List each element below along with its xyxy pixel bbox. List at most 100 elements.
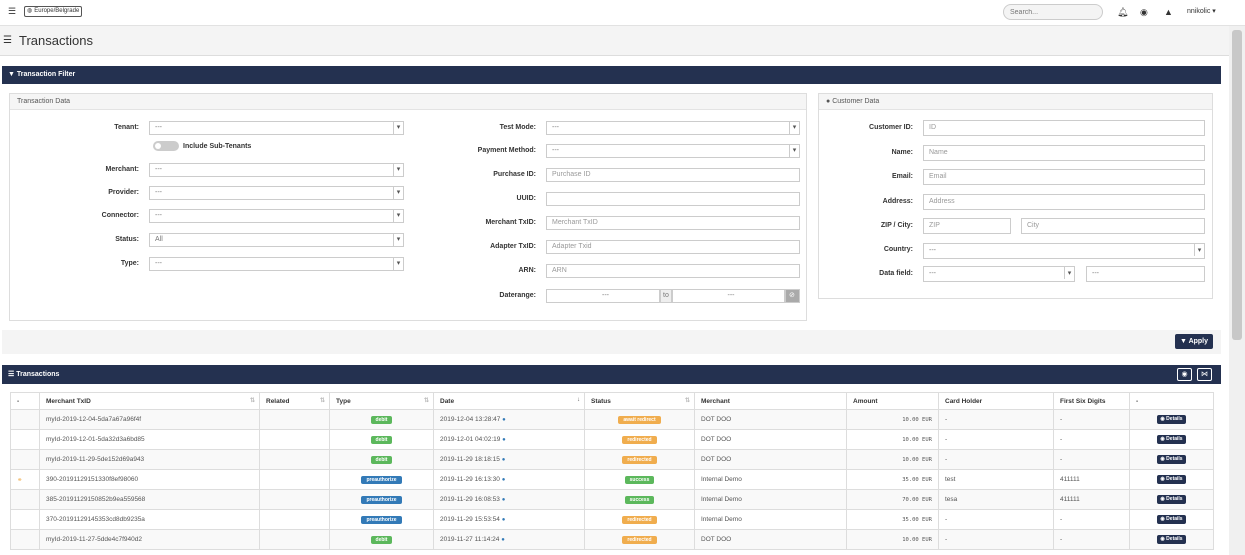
col-header-date[interactable]: Date ↓ [433,392,585,410]
table-row[interactable]: myId-2019-12-04-5da7a67a96f4f debit 2019-1… [10,409,1214,430]
col-header-related[interactable]: Related ⇅ [259,392,330,410]
date-from-input[interactable]: --- [546,289,660,303]
address-input[interactable]: Address [923,194,1205,210]
col-header-status[interactable]: Status ⇅ [584,392,695,410]
table-row[interactable]: myId-2019-12-01-5da32d3a6bd85 debit 2019-1… [10,429,1214,450]
search-input[interactable] [1003,4,1103,20]
transaction-filter-header[interactable]: ▼ Transaction Filter [2,66,1221,84]
details-button[interactable]: ◉ Details [1157,455,1186,464]
scrollbar-thumb[interactable] [1232,30,1242,340]
actions-cell: ◉ Details [1129,489,1214,510]
merchant-txid-cell: 390-20191129151330f8ef98060 [39,469,260,490]
globe-icon[interactable]: ● [501,537,505,543]
merchant-cell: Internal Demo [694,509,847,530]
globe-icon[interactable]: ● [502,457,506,463]
date-to-input[interactable]: --- [672,289,785,303]
user-menu[interactable]: nnikolic ▾ [1187,7,1216,15]
col-header-label: Status [591,397,611,405]
col-header-label: Date [440,397,455,405]
related-cell [259,449,330,470]
type-badge: debit [370,435,393,444]
details-button[interactable]: ◉ Details [1157,475,1186,484]
actions-cell: ◉ Details [1129,409,1214,430]
col-header-merchant-txid[interactable]: Merchant TxID ⇅ [39,392,260,410]
name-input[interactable]: Name [923,145,1205,161]
uuid-input[interactable] [546,192,800,206]
row-expand-cell[interactable] [10,489,40,510]
date-to-separator: to [660,289,672,303]
adapter-txid-input[interactable]: Adapter Txid [546,240,800,254]
globe-icon[interactable]: ● [502,417,506,423]
test-mode-select[interactable]: --- [546,121,800,135]
details-button[interactable]: ◉ Details [1157,515,1186,524]
row-expand-cell[interactable] [10,429,40,450]
purchase-id-input[interactable]: Purchase ID [546,168,800,182]
payment-method-select[interactable]: --- [546,144,800,158]
provider-select[interactable]: --- [149,186,404,200]
share-button[interactable]: ⋈ [1197,368,1212,381]
tenant-select[interactable]: --- [149,121,404,135]
amount-cell: 70.00 EUR [846,489,939,510]
globe-icon[interactable]: ● [502,497,506,503]
email-input[interactable]: Email [923,169,1205,185]
menu-toggle-icon[interactable]: ☰ [8,6,18,16]
connector-select[interactable]: --- [149,209,404,223]
arn-input[interactable]: ARN [546,264,800,278]
table-row[interactable]: myId-2019-11-29-5de152d69a943 debit 2019-1… [10,449,1214,470]
include-subtenants-toggle[interactable] [153,141,179,151]
row-expand-cell[interactable]: ⚭ [10,469,40,490]
table-row[interactable]: 385-20191129150852b9ea559568 preauthorize… [10,489,1214,510]
merchant-select[interactable]: --- [149,163,404,177]
table-row[interactable]: myId-2019-11-27-5dde4c7f940d2 debit 2019-1… [10,529,1214,550]
city-input[interactable]: City [1021,218,1205,234]
status-badge: redirected [622,515,657,524]
amount-cell: 35.00 EUR [846,469,939,490]
amount-cell: 10.00 EUR [846,529,939,550]
status-select[interactable]: All [149,233,404,247]
status-badge: await redirect [618,415,661,424]
table-row[interactable]: ⚭ 390-20191129151330f8ef98060 preauthorize… [10,469,1214,490]
customer-id-label: Customer ID: [869,124,913,131]
toggle-columns-button[interactable]: ◉ [1177,368,1192,381]
merchant-txid-input[interactable]: Merchant TxID [546,216,800,230]
data-field-select[interactable]: --- [923,266,1075,282]
tenant-label: Tenant: [114,124,139,131]
uuid-label: UUID: [516,195,536,202]
row-expand-cell[interactable] [10,529,40,550]
warning-icon[interactable]: ▲ [1164,6,1173,18]
status-label: Status: [115,236,139,243]
timezone-selector[interactable]: ◍ Europe/Belgrade [24,6,83,17]
related-chain-icon[interactable]: ⚭ [17,477,22,484]
table-row[interactable]: 370-20191129145353cd8db9235a preauthorize… [10,509,1214,530]
type-select[interactable]: --- [149,257,404,271]
col-header-label: Type [336,397,351,405]
details-label: Details [1166,536,1183,542]
help-icon[interactable]: ◉ [1140,6,1148,18]
apply-button[interactable]: ▼ Apply [1175,334,1213,349]
eye-icon: ◉ [1160,516,1165,522]
bell-icon[interactable]: 🔔︎ [1117,6,1128,18]
date-clear-button[interactable]: ⊘ [785,289,800,303]
globe-icon[interactable]: ● [502,517,506,523]
details-button[interactable]: ◉ Details [1157,535,1186,544]
row-expand-cell[interactable] [10,409,40,430]
related-cell [259,429,330,450]
globe-icon[interactable]: ● [502,437,506,443]
globe-icon[interactable]: ● [502,477,506,483]
details-button[interactable]: ◉ Details [1157,495,1186,504]
row-expand-cell[interactable] [10,509,40,530]
customer-id-input[interactable]: ID [923,120,1205,136]
adapter-txid-label: Adapter TxID: [490,243,536,250]
zip-input[interactable]: ZIP [923,218,1011,234]
user-icon: ● [826,98,831,105]
details-button[interactable]: ◉ Details [1157,415,1186,424]
row-expand-cell[interactable] [10,449,40,470]
details-button[interactable]: ◉ Details [1157,435,1186,444]
email-label: Email: [891,173,913,180]
date-text: 2019-11-29 16:08:53 [440,496,500,503]
col-header-type[interactable]: Type ⇅ [329,392,434,410]
country-select[interactable]: --- [923,243,1205,259]
data-field-input[interactable]: --- [1086,266,1205,282]
type-badge: preauthorize [361,495,402,504]
details-label: Details [1166,496,1183,502]
